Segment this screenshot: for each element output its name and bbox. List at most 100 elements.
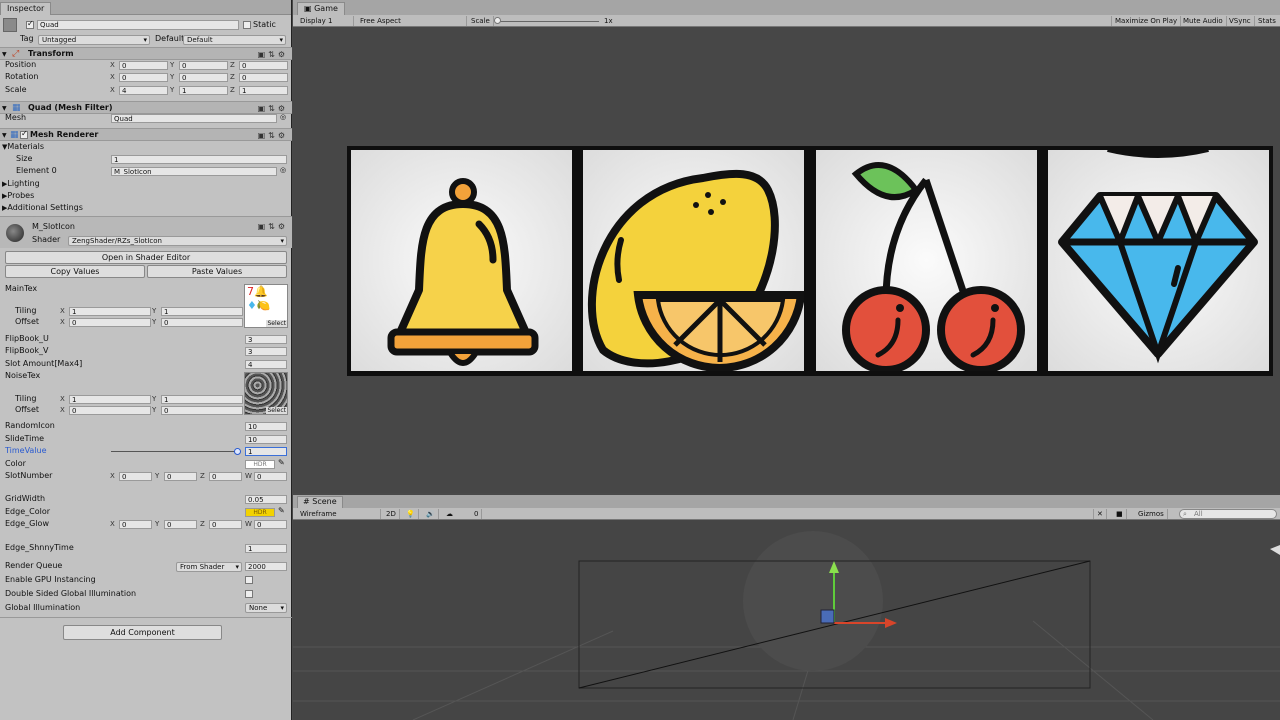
- probes-foldout[interactable]: ▶Probes: [2, 191, 34, 201]
- randomicon-field[interactable]: 10: [245, 422, 287, 431]
- cherry-icon: [842, 162, 1025, 371]
- timevalue-field[interactable]: 1: [245, 447, 287, 456]
- edgeglow-z-field[interactable]: 0: [209, 520, 242, 529]
- additional-settings-foldout[interactable]: ▶Additional Settings: [2, 203, 83, 213]
- 2d-toggle[interactable]: 2D: [383, 509, 400, 519]
- lighting-foldout[interactable]: ▶Lighting: [2, 179, 40, 189]
- scene-viewport[interactable]: [293, 521, 1280, 720]
- double-sided-gi-checkbox[interactable]: [245, 590, 253, 598]
- noisetex-slot[interactable]: Select: [244, 372, 288, 415]
- maintex-slot[interactable]: 7🔔 ♦🍋 Select: [244, 284, 288, 328]
- static-checkbox[interactable]: [243, 21, 251, 29]
- component-menu-icons[interactable]: ▣⇅⚙: [258, 222, 288, 231]
- slotnumber-z-field[interactable]: 0: [209, 472, 242, 481]
- mesh-field[interactable]: Quad: [111, 114, 277, 123]
- active-checkbox[interactable]: ✓: [26, 19, 34, 29]
- tab-inspector[interactable]: Inspector: [0, 2, 52, 15]
- renderqueue-field[interactable]: 2000: [245, 562, 287, 571]
- object-name-input[interactable]: Quad: [37, 20, 239, 30]
- noisetex-select-button[interactable]: Select: [266, 407, 287, 414]
- aspect-dropdown[interactable]: Free Aspect: [357, 16, 467, 26]
- maintex-tiling-y[interactable]: 1: [161, 307, 243, 316]
- slidetime-field[interactable]: 10: [245, 435, 287, 444]
- slotnumber-x-field[interactable]: 0: [119, 472, 152, 481]
- object-picker-icon[interactable]: ◎: [280, 113, 286, 121]
- size-field[interactable]: 1: [111, 155, 287, 164]
- scale-slider-handle[interactable]: [494, 17, 501, 24]
- flipu-field[interactable]: 3: [245, 335, 287, 344]
- rotation-z-field[interactable]: 0: [239, 73, 288, 82]
- maintex-offset-y[interactable]: 0: [161, 318, 243, 327]
- rotation-x-field[interactable]: 0: [119, 73, 168, 82]
- tools-icon[interactable]: ✕: [1093, 509, 1107, 519]
- audio-toggle-icon[interactable]: 🔊: [423, 509, 439, 519]
- center-handle-gizmo[interactable]: [820, 609, 835, 624]
- scale-y-field[interactable]: 1: [179, 86, 228, 95]
- mute-audio-toggle[interactable]: Mute Audio: [1180, 16, 1227, 26]
- gridwidth-field[interactable]: 0.05: [245, 495, 287, 504]
- noisetex-tiling-x[interactable]: 1: [69, 395, 151, 404]
- meshfilter-header[interactable]: ▼ ▦ Quad (Mesh Filter) ▣⇅⚙: [0, 101, 292, 114]
- timevalue-slider-track[interactable]: [111, 451, 238, 452]
- maximize-on-play-toggle[interactable]: Maximize On Play: [1111, 16, 1182, 26]
- rotation-y-field[interactable]: 0: [179, 73, 228, 82]
- shinny-field[interactable]: 1: [245, 544, 287, 553]
- noisetex-tiling-y[interactable]: 1: [161, 395, 243, 404]
- effects-toggle-icon[interactable]: ☁: [443, 509, 456, 519]
- edgeglow-w-field[interactable]: 0: [254, 520, 287, 529]
- edgeglow-x-field[interactable]: 0: [119, 520, 152, 529]
- copy-values-button[interactable]: Copy Values: [5, 265, 145, 278]
- flipv-field[interactable]: 3: [245, 347, 287, 356]
- tab-game[interactable]: ▣ Game: [297, 2, 345, 15]
- tag-dropdown[interactable]: Untagged: [38, 35, 150, 45]
- renderqueue-mode-dropdown[interactable]: From Shader: [176, 562, 242, 572]
- maintex-select-button[interactable]: Select: [266, 320, 287, 327]
- global-illumination-dropdown[interactable]: None: [245, 603, 287, 613]
- maintex-tiling-x[interactable]: 1: [69, 307, 151, 316]
- transform-header[interactable]: ▼ ⤢ Transform ▣⇅⚙: [0, 47, 292, 60]
- timevalue-slider-handle[interactable]: [234, 448, 241, 455]
- noisetex-offset-x[interactable]: 0: [69, 406, 151, 415]
- z-axis-label: Z: [200, 520, 205, 528]
- edgecolor-swatch[interactable]: HDR: [245, 508, 275, 517]
- meshrenderer-enabled-checkbox[interactable]: ✓: [20, 129, 28, 139]
- maintex-offset-x[interactable]: 0: [69, 318, 151, 327]
- materials-foldout[interactable]: ▼Materials: [2, 142, 44, 152]
- element0-field[interactable]: M_SlotIcon: [111, 167, 277, 176]
- shader-dropdown[interactable]: ZengShader/RZs_SlotIcon: [68, 236, 287, 246]
- component-menu-icons[interactable]: ▣⇅⚙: [258, 131, 288, 140]
- display-dropdown[interactable]: Display 1: [297, 16, 354, 26]
- slotamount-field[interactable]: 4: [245, 360, 287, 369]
- gpu-instancing-checkbox[interactable]: [245, 576, 253, 584]
- color-swatch[interactable]: HDR: [245, 460, 275, 469]
- scale-slider-track[interactable]: [495, 21, 599, 22]
- tab-scene[interactable]: # Scene: [297, 496, 343, 508]
- component-menu-icons[interactable]: ▣⇅⚙: [258, 104, 288, 113]
- slotnumber-w-field[interactable]: 0: [254, 472, 287, 481]
- meshrenderer-header[interactable]: ▼ ▦ ✓ Mesh Renderer ▣⇅⚙: [0, 128, 292, 141]
- open-shader-editor-button[interactable]: Open in Shader Editor: [5, 251, 287, 264]
- gizmos-dropdown[interactable]: Gizmos: [1135, 509, 1168, 519]
- position-z-field[interactable]: 0: [239, 61, 288, 70]
- vsync-toggle[interactable]: VSync: [1226, 16, 1255, 26]
- edgeglow-y-field[interactable]: 0: [164, 520, 197, 529]
- shading-mode-dropdown[interactable]: Wireframe: [297, 509, 381, 519]
- scale-z-field[interactable]: 1: [239, 86, 288, 95]
- eyedropper-icon[interactable]: ✎: [278, 458, 285, 467]
- paste-values-button[interactable]: Paste Values: [147, 265, 287, 278]
- add-component-button[interactable]: Add Component: [63, 625, 222, 640]
- component-menu-icons[interactable]: ▣⇅⚙: [258, 50, 288, 59]
- layer-dropdown[interactable]: Default: [183, 35, 286, 45]
- scene-orientation-gizmo[interactable]: [1270, 545, 1280, 555]
- noisetex-offset-y[interactable]: 0: [161, 406, 243, 415]
- object-picker-icon[interactable]: ◎: [280, 166, 286, 174]
- slotnumber-y-field[interactable]: 0: [164, 472, 197, 481]
- stats-toggle[interactable]: Stats: [1255, 16, 1279, 26]
- position-x-field[interactable]: 0: [119, 61, 168, 70]
- eyedropper-icon[interactable]: ✎: [278, 506, 285, 515]
- camera-icon[interactable]: ■: [1113, 509, 1127, 519]
- scale-x-field[interactable]: 4: [119, 86, 168, 95]
- lighting-toggle-icon[interactable]: 💡: [403, 509, 419, 519]
- position-y-field[interactable]: 0: [179, 61, 228, 70]
- scene-search-input[interactable]: ⌕ All: [1179, 509, 1277, 519]
